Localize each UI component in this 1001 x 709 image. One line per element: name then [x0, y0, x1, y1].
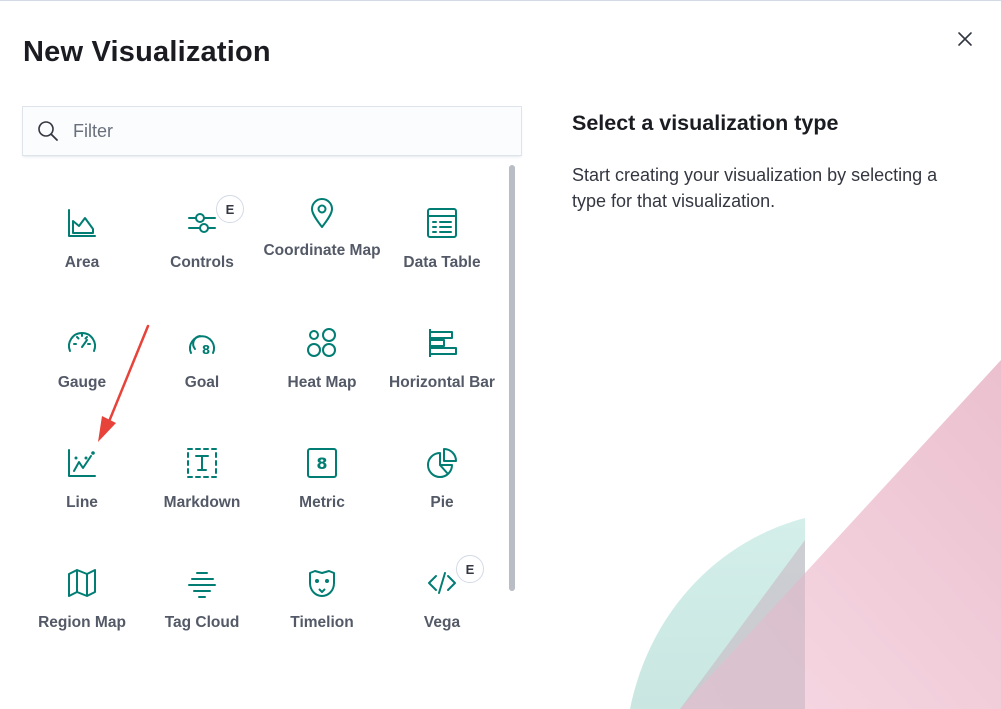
vis-type-heat-map[interactable]: Heat Map — [262, 285, 382, 405]
code-icon — [428, 572, 456, 594]
visualization-type-grid: Area E Controls Coordinate Map Data Tabl… — [22, 165, 502, 645]
vis-type-region-map[interactable]: Region Map — [22, 525, 142, 645]
vis-type-horizontal-bar[interactable]: Horizontal Bar — [382, 285, 502, 405]
markdown-icon — [187, 448, 217, 478]
table-icon — [427, 208, 457, 238]
vis-type-gauge[interactable]: Gauge — [22, 285, 142, 405]
grid-scrollbar[interactable] — [509, 165, 515, 591]
vis-type-tag-cloud[interactable]: Tag Cloud — [142, 525, 262, 645]
side-panel-title: Select a visualization type — [572, 111, 839, 135]
filter-input[interactable] — [73, 107, 513, 155]
vis-type-label: Pie — [430, 494, 454, 511]
metric-icon: 8 — [307, 448, 337, 478]
area-chart-icon — [68, 209, 96, 237]
vis-type-label: Coordinate Map — [263, 242, 381, 259]
vis-type-coordinate-map[interactable]: Coordinate Map — [262, 165, 382, 285]
vis-type-data-table[interactable]: Data Table — [382, 165, 502, 285]
vis-type-pie[interactable]: Pie — [382, 405, 502, 525]
vis-type-area[interactable]: Area — [22, 165, 142, 285]
filter-search-box[interactable] — [22, 106, 522, 156]
vis-type-label: Vega — [423, 614, 461, 631]
side-panel-description: Start creating your visualization by sel… — [572, 165, 938, 211]
gauge-icon — [68, 332, 96, 352]
vis-type-label: Timelion — [290, 614, 354, 631]
tag-cloud-icon — [188, 572, 216, 598]
vis-type-metric[interactable]: 8 Metric — [262, 405, 382, 525]
svg-text:8: 8 — [202, 343, 210, 357]
experimental-badge: E — [456, 555, 484, 583]
vis-type-goal[interactable]: 8 Goal — [142, 285, 262, 405]
svg-text:8: 8 — [316, 454, 327, 473]
vis-type-label: Metric — [299, 494, 345, 511]
vis-type-label: Tag Cloud — [164, 614, 240, 631]
vis-type-vega[interactable]: E Vega — [382, 525, 502, 645]
vis-type-label: Region Map — [38, 614, 126, 631]
search-icon — [38, 121, 58, 141]
top-border — [0, 0, 1001, 1]
close-button[interactable] — [952, 26, 978, 52]
vis-type-label: Data Table — [403, 254, 481, 271]
horizontal-bar-icon — [429, 329, 457, 357]
heatmap-icon — [307, 328, 336, 357]
vis-type-label: Line — [66, 494, 98, 511]
controls-sliders-icon — [188, 213, 216, 233]
timelion-icon — [309, 570, 335, 597]
goal-icon: 8 — [189, 335, 215, 357]
vis-type-label: Markdown — [163, 494, 241, 511]
vis-type-label: Controls — [170, 254, 234, 271]
region-map-icon — [68, 569, 96, 597]
vis-type-label: Area — [64, 254, 100, 271]
vis-type-line[interactable]: Line — [22, 405, 142, 525]
line-chart-icon — [68, 449, 96, 477]
vis-type-timelion[interactable]: Timelion — [262, 525, 382, 645]
vis-type-label: Heat Map — [287, 374, 357, 391]
page-title: New Visualization — [23, 36, 271, 68]
pie-chart-icon — [427, 448, 457, 478]
vis-type-markdown[interactable]: Markdown — [142, 405, 262, 525]
vis-type-label: Gauge — [57, 374, 107, 391]
decorative-background-illustration — [630, 360, 1001, 709]
vis-type-label: Horizontal Bar — [389, 374, 495, 391]
vis-type-controls[interactable]: E Controls — [142, 165, 262, 285]
close-icon — [958, 32, 972, 46]
map-pin-icon — [311, 198, 333, 228]
experimental-badge: E — [216, 195, 244, 223]
vis-type-label: Goal — [184, 374, 220, 391]
